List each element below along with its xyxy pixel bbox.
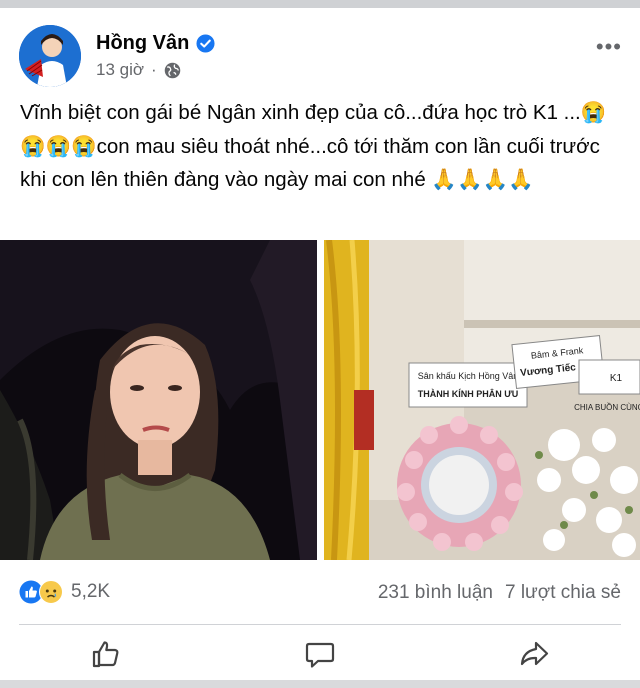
ribbon-text-2: THÀNH KÍNH PHÂN ƯU — [418, 388, 518, 399]
author-row: Hồng Vân — [96, 30, 215, 56]
reaction-count: 5,2K — [71, 581, 111, 602]
author-name[interactable]: Hồng Vân — [96, 32, 189, 55]
card-text-4: CHIA BUỒN CÙNG — [574, 402, 640, 412]
post-time[interactable]: 13 giờ — [96, 60, 144, 80]
comment-count[interactable]: 231 bình luận — [378, 582, 493, 604]
photo-woman-crying[interactable] — [0, 240, 317, 560]
action-divider — [19, 624, 621, 625]
sad-icon — [39, 580, 63, 604]
photo-funeral-wreaths[interactable]: Sân khấu Kịch Hồng Vân THÀNH KÍNH PHÂN Ư… — [324, 240, 640, 560]
ribbon-text-1: Sân khấu Kịch Hồng Vân — [418, 371, 519, 381]
comment-button[interactable] — [304, 638, 336, 670]
post-text: Vĩnh biệt con gái bé Ngân xinh đẹp của c… — [20, 101, 607, 191]
avatar-image — [19, 25, 81, 87]
more-options-icon[interactable]: ••• — [596, 34, 622, 60]
author-avatar[interactable] — [19, 25, 81, 87]
share-button[interactable] — [518, 638, 550, 670]
reaction-summary[interactable]: 5,2K — [19, 580, 110, 604]
like-button[interactable] — [90, 638, 122, 670]
engagement-stats: 231 bình luận 7 lượt chia sẻ — [378, 582, 621, 604]
globe-icon[interactable] — [164, 62, 181, 79]
card-text-3: K1 — [610, 373, 623, 384]
post-meta: 13 giờ · — [96, 60, 181, 80]
share-count[interactable]: 7 lượt chia sẻ — [505, 582, 621, 604]
meta-separator: · — [151, 60, 157, 79]
verified-badge-icon — [196, 33, 215, 53]
top-separator — [0, 0, 640, 8]
